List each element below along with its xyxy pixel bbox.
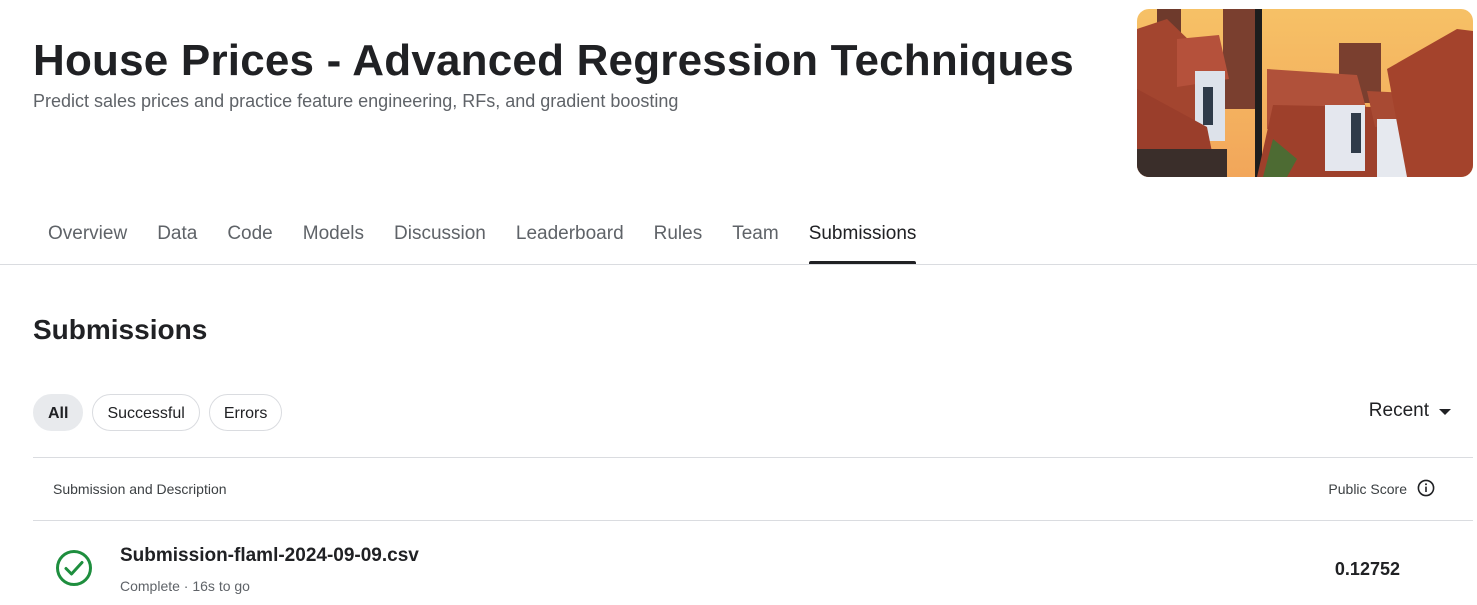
filter-successful-chip[interactable]: Successful: [92, 394, 200, 431]
tab-models[interactable]: Models: [288, 204, 379, 264]
tab-data[interactable]: Data: [142, 204, 212, 264]
tabs-divider: [0, 264, 1477, 265]
filter-chips: All Successful Errors: [33, 394, 283, 431]
tab-discussion[interactable]: Discussion: [379, 204, 501, 264]
check-circle-icon: [55, 549, 93, 592]
submission-status-text: Complete · 16s to go: [120, 578, 250, 594]
submissions-table: Submission and Description Public Score …: [33, 457, 1473, 603]
tab-overview[interactable]: Overview: [33, 204, 142, 264]
sort-label: Recent: [1368, 400, 1429, 421]
table-header: Submission and Description Public Score: [33, 458, 1473, 520]
competition-header-image: [1137, 9, 1473, 177]
caret-down-icon: [1439, 409, 1451, 415]
tab-team[interactable]: Team: [717, 204, 793, 264]
section-title: Submissions: [33, 314, 208, 345]
page-subtitle: Predict sales prices and practice featur…: [33, 91, 679, 111]
sort-dropdown[interactable]: Recent: [1369, 400, 1451, 422]
page-title: House Prices - Advanced Regression Techn…: [33, 36, 1074, 85]
column-header-score: Public Score: [1328, 481, 1407, 497]
tab-submissions[interactable]: Submissions: [794, 204, 932, 264]
filter-all-chip[interactable]: All: [33, 394, 84, 431]
tab-rules[interactable]: Rules: [639, 204, 718, 264]
table-row[interactable]: Submission-flaml-2024-09-09.csv Complete…: [33, 521, 1473, 603]
column-header-submission: Submission and Description: [53, 481, 227, 497]
column-header-score-group: Public Score: [1328, 479, 1453, 500]
tab-code[interactable]: Code: [212, 204, 287, 264]
submission-filename[interactable]: Submission-flaml-2024-09-09.csv: [120, 545, 419, 567]
tab-leaderboard[interactable]: Leaderboard: [501, 204, 639, 264]
filter-errors-chip[interactable]: Errors: [208, 394, 283, 431]
competition-tabs: Overview Data Code Models Discussion Lea…: [33, 204, 931, 264]
info-icon[interactable]: [1417, 479, 1435, 500]
public-score-value: 0.12752: [1334, 559, 1400, 579]
